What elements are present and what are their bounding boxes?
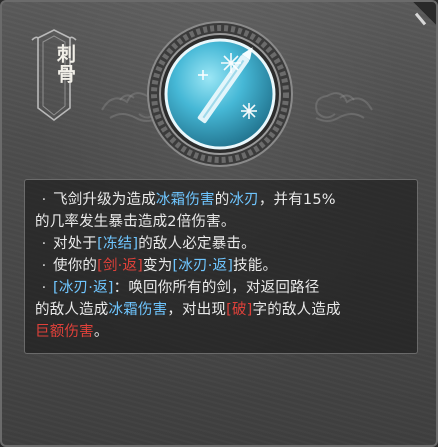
- description-line: · 飞剑升级为造成冰霜伤害的冰刃，并有15%: [35, 189, 409, 211]
- description-text: 技能。: [233, 258, 278, 274]
- description-line: 的几率发生暴击造成2倍伤害。: [35, 211, 409, 233]
- description-text: ，对出现: [167, 302, 227, 318]
- description-text: 的敌人造成: [35, 302, 109, 318]
- skill-name: 刺骨: [54, 44, 76, 84]
- description-line: · 使你的[剑·返]变为[冰刃·返]技能。: [35, 255, 409, 277]
- cloud-pattern-right-icon: [315, 92, 373, 122]
- keyword-highlight: 巨额伤害: [35, 324, 94, 340]
- corner-notch: [396, 2, 436, 42]
- keyword-frost: 冰霜伤害: [108, 302, 168, 318]
- description-text: 使你的: [53, 258, 98, 274]
- bullet-point: ·: [41, 236, 47, 252]
- description-line: 巨额伤害。: [35, 321, 409, 343]
- description-line: 的敌人造成冰霜伤害，对出现[破]字的敌人造成: [35, 299, 409, 321]
- bullet-point: ·: [41, 192, 47, 208]
- keyword-frost: [冰刃·返]: [172, 258, 234, 274]
- ice-sword-icon: [147, 21, 293, 167]
- keyword-frost: 冰霜伤害: [155, 192, 215, 208]
- bullet-point: ·: [41, 258, 47, 274]
- keyword-frost: [冻结]: [97, 236, 139, 252]
- description-line: · [冰刃·返]：唤回你所有的剑，对返回路径: [35, 277, 409, 299]
- description-text: 飞剑升级为造成: [53, 192, 156, 208]
- description-text: 的: [214, 192, 230, 208]
- description-text: ，并有15%: [258, 192, 336, 208]
- description-text: 对处于: [53, 236, 98, 252]
- skill-description: · 飞剑升级为造成冰霜伤害的冰刃，并有15% 的几率发生暴击造成2倍伤害。 · 对处于[…: [24, 179, 418, 354]
- keyword-highlight: [破]: [226, 302, 253, 318]
- description-text: 变为: [143, 258, 173, 274]
- skill-name-banner: 刺骨: [30, 28, 78, 126]
- keyword-highlight: [剑·返]: [97, 258, 144, 274]
- keyword-frost: [冰刃·返]: [53, 280, 114, 296]
- skill-card: 刺骨 · 飞剑升级为造成冰霜伤害的冰刃，并有15% 的几率发生暴击造成2倍伤害。…: [0, 0, 438, 447]
- description-line: · 对处于[冻结]的敌人必定暴击。: [35, 233, 409, 255]
- keyword-frost: 冰刃: [229, 192, 259, 208]
- description-text: 的几率发生暴击造成2倍伤害。: [35, 214, 236, 230]
- description-text: 字的敌人造成: [252, 302, 341, 318]
- description-text: ：唤回你所有的剑，对返回路径: [113, 280, 320, 296]
- description-text: 的敌人必定暴击。: [138, 236, 256, 252]
- description-text: 。: [93, 324, 109, 340]
- bullet-point: ·: [41, 280, 47, 296]
